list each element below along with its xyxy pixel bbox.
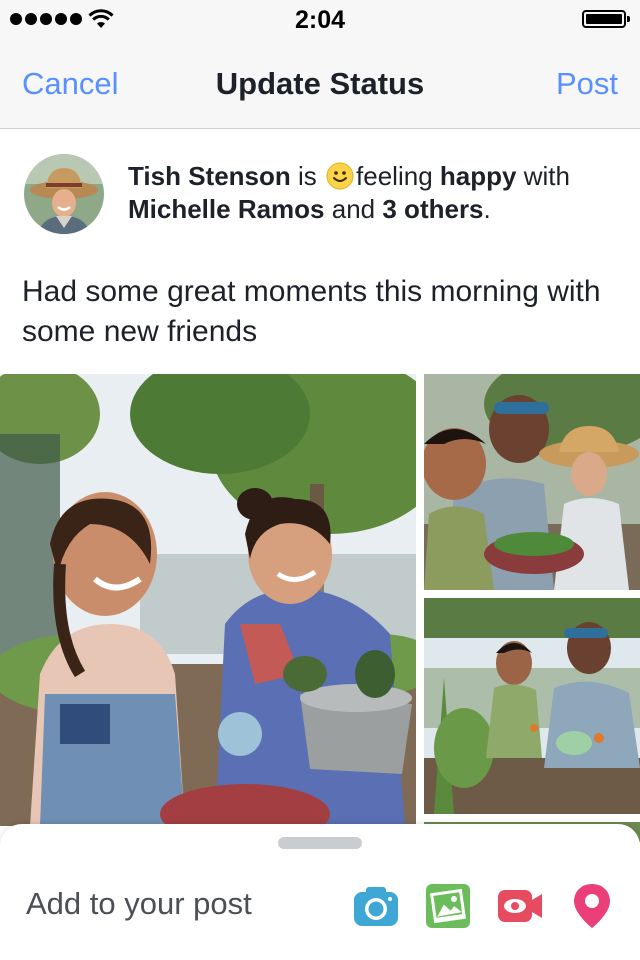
period: .: [483, 194, 491, 224]
with-text: with: [523, 161, 570, 191]
clock: 2:04: [294, 6, 346, 34]
sheet-grabber[interactable]: [278, 837, 362, 849]
add-to-post-label[interactable]: Add to your post: [26, 886, 252, 922]
add-to-post-sheet: Add to your post: [0, 824, 640, 960]
battery-full-icon: [582, 10, 630, 28]
tagged-others[interactable]: 3 others: [382, 194, 483, 224]
camera-icon[interactable]: [352, 882, 400, 930]
avatar[interactable]: [24, 154, 104, 234]
photo-gardeners-with-hats[interactable]: [424, 374, 640, 590]
is-text: is: [298, 161, 317, 191]
feeling-prefix: feeling: [356, 161, 433, 191]
video-icon[interactable]: [496, 882, 544, 930]
post-text-input[interactable]: Had some great moments this morning with…: [22, 272, 622, 352]
author-name[interactable]: Tish Stenson: [128, 161, 291, 191]
photo-two-girls-gardening[interactable]: [0, 374, 416, 826]
photo-boy-and-woman-planting[interactable]: [424, 598, 640, 814]
feeling-value[interactable]: happy: [440, 161, 517, 191]
status-line: Tish Stenson is feeling happy with Miche…: [128, 160, 628, 226]
post-button[interactable]: Post: [556, 66, 618, 102]
photo-icon[interactable]: [424, 882, 472, 930]
location-pin-icon[interactable]: [568, 882, 616, 930]
and-text: and: [331, 194, 376, 224]
status-bar: 2:04: [0, 0, 640, 40]
nav-bar: Cancel Update Status Post: [0, 40, 640, 129]
smiley-icon: [326, 162, 354, 190]
tagged-friend[interactable]: Michelle Ramos: [128, 194, 325, 224]
cancel-button[interactable]: Cancel: [22, 66, 119, 102]
